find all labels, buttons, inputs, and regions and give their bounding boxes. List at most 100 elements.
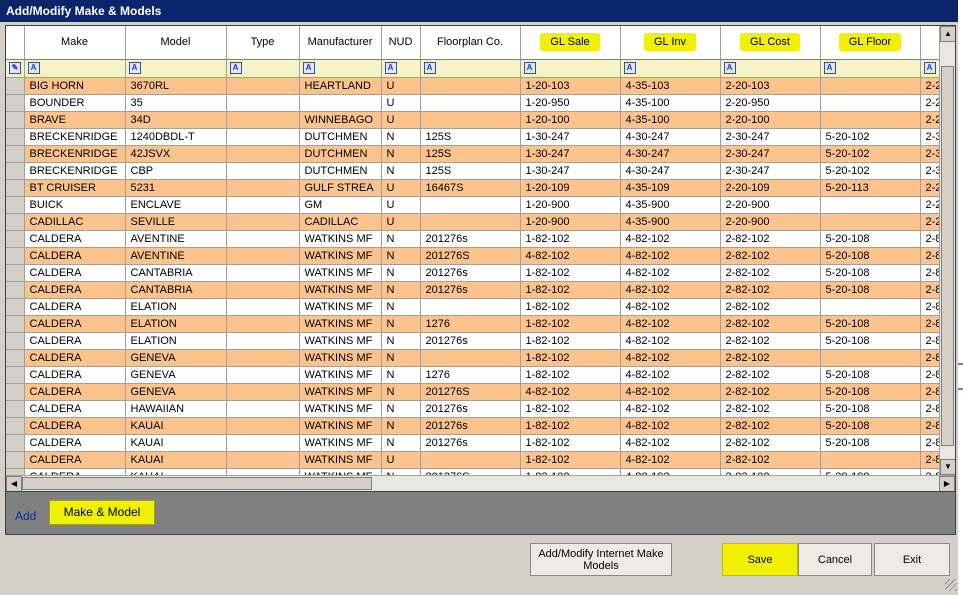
table-cell[interactable]: 4-30-247 xyxy=(620,128,721,146)
table-cell[interactable]: 2-30-247 xyxy=(720,162,821,180)
table-cell[interactable]: CALDERA xyxy=(24,332,126,350)
table-row[interactable]: BUICK ENCLAVE GM U 1-20-900 4-35-900 2-20-900 2… xyxy=(6,196,943,214)
table-cell[interactable] xyxy=(820,349,921,367)
table-cell[interactable]: 2-30-247 xyxy=(720,128,821,146)
table-row[interactable]: CALDERA CANTABRIA WATKINS MF N 201276s 1-82-1… xyxy=(6,281,943,299)
table-cell[interactable]: 2-20-900 xyxy=(720,213,821,231)
table-cell[interactable]: AVENTINE xyxy=(125,247,227,265)
table-cell[interactable]: CALDERA xyxy=(24,400,126,418)
table-cell[interactable]: WINNEBAGO xyxy=(299,111,382,129)
table-cell[interactable] xyxy=(226,179,300,197)
row-selector[interactable] xyxy=(6,298,25,316)
table-cell[interactable]: N xyxy=(381,434,421,452)
column-header[interactable]: GL Sale xyxy=(520,26,621,60)
table-cell[interactable]: 1-82-102 xyxy=(520,366,621,384)
table-cell[interactable]: 2-82-102 xyxy=(720,281,821,299)
column-header[interactable]: GL Floor xyxy=(820,26,921,60)
table-cell[interactable]: WATKINS MF xyxy=(299,383,382,401)
table-cell[interactable] xyxy=(226,128,300,146)
table-cell[interactable]: 4-82-102 xyxy=(620,332,721,350)
table-cell[interactable]: KAUAI xyxy=(125,434,227,452)
filter-icon[interactable]: A xyxy=(723,62,736,75)
table-cell[interactable]: N xyxy=(381,128,421,146)
table-cell[interactable]: WATKINS MF xyxy=(299,315,382,333)
table-cell[interactable]: CALDERA xyxy=(24,315,126,333)
table-cell[interactable] xyxy=(226,264,300,282)
table-cell[interactable]: 4-82-102 xyxy=(620,281,721,299)
table-cell[interactable]: WATKINS MF xyxy=(299,366,382,384)
table-cell[interactable]: 125S xyxy=(420,128,521,146)
table-cell[interactable]: U xyxy=(381,213,421,231)
table-cell[interactable]: 2-20-950 xyxy=(720,94,821,112)
table-cell[interactable]: 1-20-900 xyxy=(520,213,621,231)
table-cell[interactable]: 125S xyxy=(420,145,521,163)
table-cell[interactable]: 1-30-247 xyxy=(520,128,621,146)
table-cell[interactable] xyxy=(226,145,300,163)
table-cell[interactable]: CALDERA xyxy=(24,434,126,452)
filter-cell[interactable]: A xyxy=(720,59,821,78)
table-cell[interactable]: 4-35-900 xyxy=(620,196,721,214)
filter-cell[interactable]: A xyxy=(381,59,421,78)
table-cell[interactable]: 2-20-100 xyxy=(720,111,821,129)
table-row[interactable]: BRECKENRIDGE 1240DBDL-T DUTCHMEN N 125S 1-30-… xyxy=(6,128,943,146)
table-cell[interactable]: 4-35-103 xyxy=(620,77,721,95)
table-cell[interactable]: 4-82-102 xyxy=(620,400,721,418)
table-cell[interactable]: N xyxy=(381,400,421,418)
table-cell[interactable]: 1-82-102 xyxy=(520,434,621,452)
column-header[interactable]: Model xyxy=(125,26,227,60)
vertical-scrollbar[interactable]: ▲ ▼ xyxy=(939,26,955,475)
table-cell[interactable] xyxy=(420,94,521,112)
table-cell[interactable] xyxy=(226,94,300,112)
table-cell[interactable]: N xyxy=(381,247,421,265)
table-cell[interactable]: BOUNDER xyxy=(24,94,126,112)
table-cell[interactable]: GENEVA xyxy=(125,349,227,367)
table-cell[interactable]: 16467S xyxy=(420,179,521,197)
table-cell[interactable]: U xyxy=(381,451,421,469)
table-cell[interactable]: WATKINS MF xyxy=(299,434,382,452)
table-cell[interactable]: 1-30-247 xyxy=(520,162,621,180)
row-selector[interactable] xyxy=(6,417,25,435)
table-cell[interactable]: 4-82-102 xyxy=(620,298,721,316)
table-cell[interactable] xyxy=(820,298,921,316)
table-row[interactable]: BIG HORN 3670RL HEARTLAND U 1-20-103 4-35-103… xyxy=(6,77,943,95)
table-cell[interactable] xyxy=(226,111,300,129)
table-cell[interactable]: N xyxy=(381,298,421,316)
row-selector[interactable] xyxy=(6,179,25,197)
table-cell[interactable]: BT CRUISER xyxy=(24,179,126,197)
table-cell[interactable]: 5-20-108 xyxy=(820,247,921,265)
table-row[interactable]: CALDERA ELATION WATKINS MF N 201276s 1-82-102… xyxy=(6,332,943,350)
table-cell[interactable]: 4-82-102 xyxy=(620,451,721,469)
table-cell[interactable] xyxy=(420,196,521,214)
table-cell[interactable]: 2-82-102 xyxy=(720,434,821,452)
table-cell[interactable] xyxy=(226,298,300,316)
table-cell[interactable]: HAWAIIAN xyxy=(125,400,227,418)
table-cell[interactable]: 2-82-102 xyxy=(720,332,821,350)
row-selector[interactable] xyxy=(6,111,25,129)
table-cell[interactable]: BRECKENRIDGE xyxy=(24,162,126,180)
table-cell[interactable]: 5-20-102 xyxy=(820,145,921,163)
table-cell[interactable]: DUTCHMEN xyxy=(299,145,382,163)
table-cell[interactable]: 1-82-102 xyxy=(520,230,621,248)
table-row[interactable]: CALDERA GENEVA WATKINS MF N 201276S 4-82-102 4… xyxy=(6,383,943,401)
table-row[interactable]: CALDERA GENEVA WATKINS MF N 1276 1-82-102 4-82… xyxy=(6,366,943,384)
table-cell[interactable] xyxy=(226,383,300,401)
table-row[interactable]: BOUNDER 35 U 1-20-950 4-35-100 2-20-950 2-2 xyxy=(6,94,943,112)
filter-selector-cell[interactable]: ✎ xyxy=(6,59,25,78)
table-cell[interactable]: CALDERA xyxy=(24,383,126,401)
table-cell[interactable]: N xyxy=(381,366,421,384)
table-cell[interactable] xyxy=(820,94,921,112)
table-cell[interactable]: 5-20-108 xyxy=(820,400,921,418)
table-cell[interactable]: 4-30-247 xyxy=(620,162,721,180)
make-model-grid[interactable]: Make Model Type Manufacturer NUD Floorplan Co… xyxy=(5,25,956,492)
table-cell[interactable]: 4-35-900 xyxy=(620,213,721,231)
table-row[interactable]: CALDERA KAUAI WATKINS MF U 1-82-102 4-82-102 2… xyxy=(6,451,943,469)
filter-cell[interactable]: A xyxy=(620,59,721,78)
table-cell[interactable]: 1-82-102 xyxy=(520,315,621,333)
table-cell[interactable]: WATKINS MF xyxy=(299,230,382,248)
table-cell[interactable] xyxy=(820,213,921,231)
scroll-down-icon[interactable]: ▼ xyxy=(940,459,955,475)
table-cell[interactable]: 2-20-109 xyxy=(720,179,821,197)
filter-cell[interactable]: A xyxy=(520,59,621,78)
table-cell[interactable]: 1-82-102 xyxy=(520,417,621,435)
table-cell[interactable]: 4-82-102 xyxy=(620,349,721,367)
